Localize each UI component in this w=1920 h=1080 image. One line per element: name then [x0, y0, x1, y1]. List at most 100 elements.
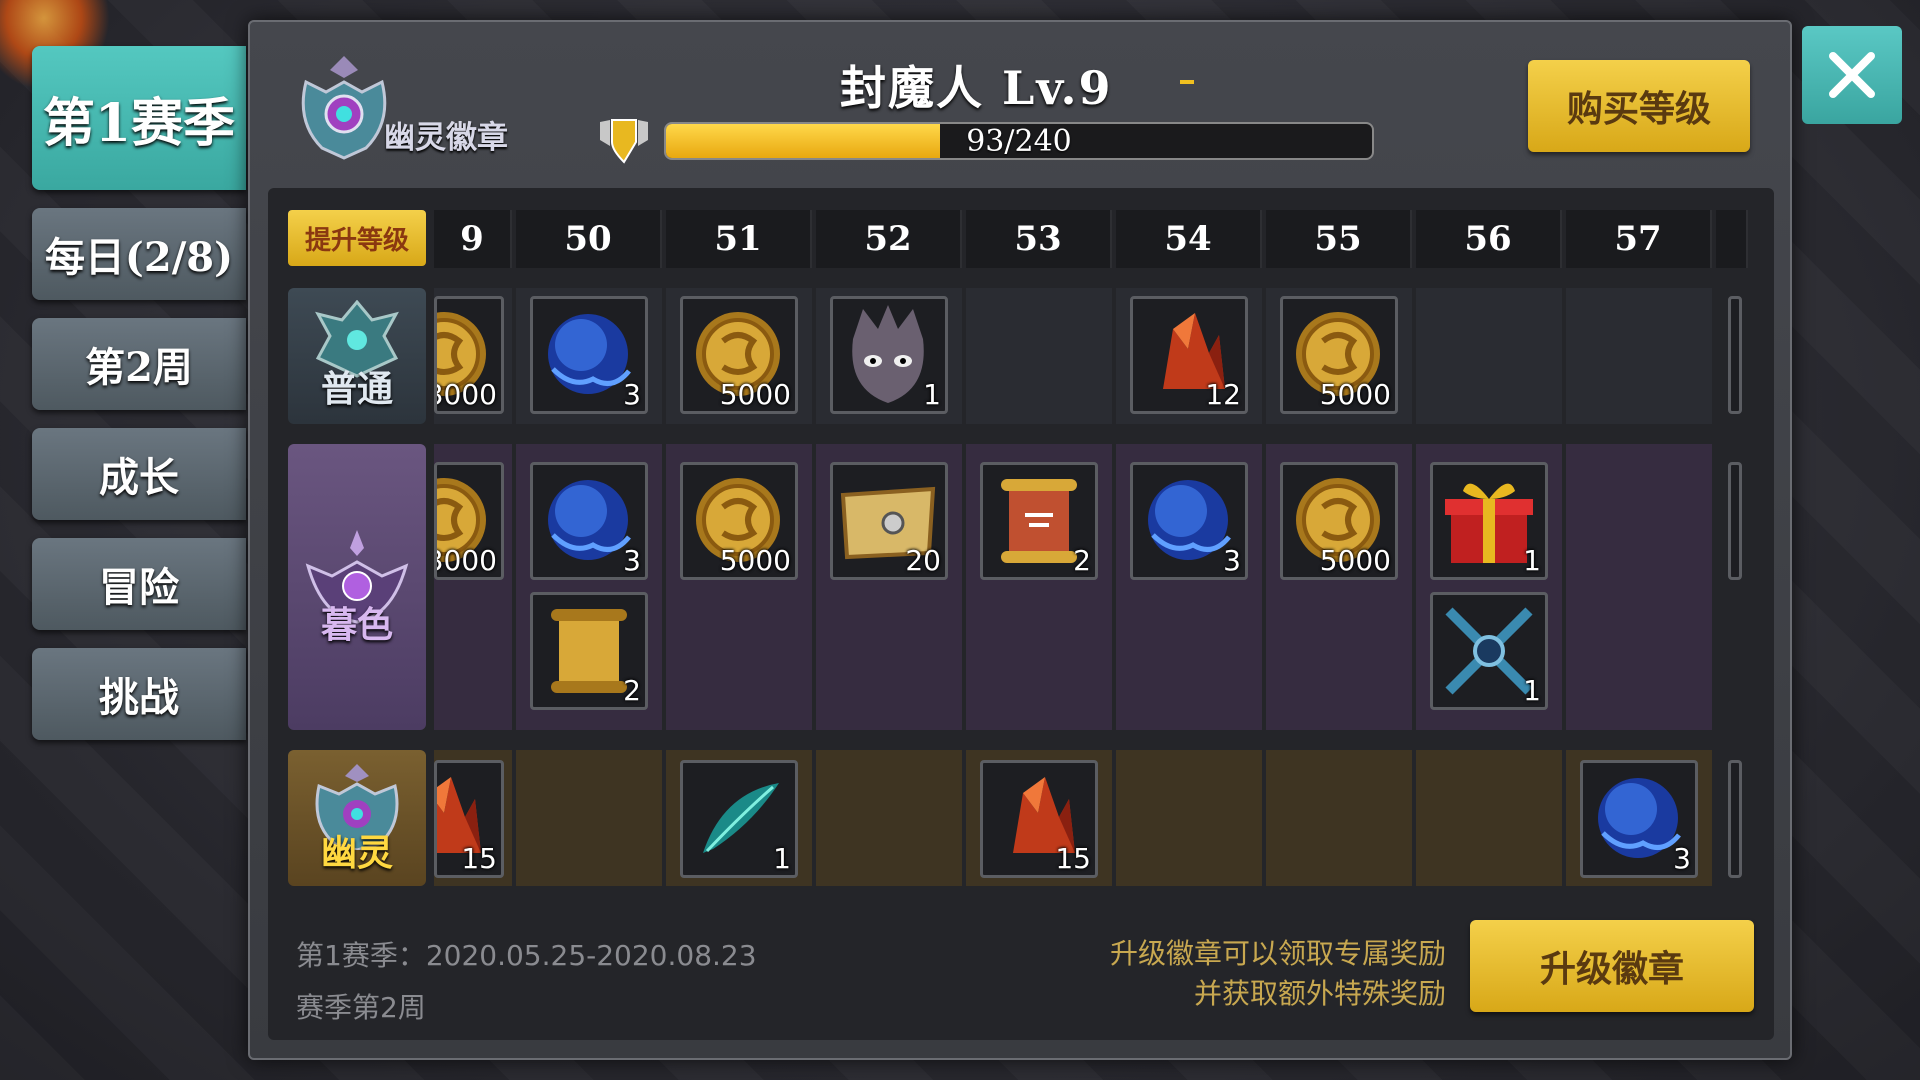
- reward-item[interactable]: 5000: [680, 296, 798, 414]
- tier-ghost: 幽灵: [288, 750, 426, 886]
- sidebar-item-week[interactable]: 第2周: [32, 318, 246, 410]
- reward-slot-bg: [516, 750, 662, 886]
- reward-item[interactable]: 1: [830, 296, 948, 414]
- close-icon: [1829, 52, 1875, 98]
- reward-item[interactable]: 2: [530, 592, 648, 710]
- reward-count: 2: [623, 674, 641, 707]
- reward-item-partial: [1728, 760, 1742, 878]
- xp-text: 93/240: [966, 123, 1072, 159]
- season-week: 赛季第2周: [296, 991, 426, 1024]
- tier-ghost-label: 幽灵: [320, 832, 393, 874]
- reward-count: 3000: [437, 378, 497, 411]
- sidebar-item-challenge[interactable]: 挑战: [32, 648, 246, 740]
- reward-item[interactable]: 3000: [434, 462, 504, 580]
- reward-slot-bg: [1416, 750, 1562, 886]
- reward-count: 1: [1523, 544, 1541, 577]
- buy-level-label: 购买等级: [1566, 88, 1711, 130]
- reward-item[interactable]: 12: [1130, 296, 1248, 414]
- reward-count: 3000: [437, 544, 497, 577]
- reward-item[interactable]: 3: [530, 296, 648, 414]
- season-dates: 第1赛季：2020.05.25-2020.08.23: [296, 939, 757, 972]
- reward-count: 15: [461, 842, 497, 875]
- reward-count: 1: [923, 378, 941, 411]
- reward-item[interactable]: 3: [1130, 462, 1248, 580]
- reward-item[interactable]: 3: [1580, 760, 1698, 878]
- buy-level-button[interactable]: 购买等级: [1528, 60, 1750, 152]
- level-header: 57: [1566, 210, 1712, 268]
- reward-count: 20: [905, 544, 941, 577]
- level-header: 52: [816, 210, 962, 268]
- sidebar-item-daily[interactable]: 每日(2/8): [32, 208, 246, 300]
- reward-item[interactable]: 15: [980, 760, 1098, 878]
- reward-count: 1: [773, 842, 791, 875]
- reward-item[interactable]: 5000: [1280, 296, 1398, 414]
- xp-progress-bar: 93/240: [664, 122, 1374, 160]
- level-header-partial: [1716, 210, 1748, 268]
- tier-normal-label: 普通: [320, 368, 393, 410]
- sidebar-item-label: 第1赛季: [42, 92, 236, 154]
- pass-title: 封魔人 Lv.9: [840, 61, 1113, 115]
- reward-item[interactable]: 1: [1430, 462, 1548, 580]
- ghost-badge-emblem-icon: [301, 56, 387, 160]
- reward-item[interactable]: 5000: [680, 462, 798, 580]
- sidebar-item-label: 挑战: [99, 674, 179, 721]
- reward-count: 3: [1673, 842, 1691, 875]
- reward-count: 5000: [1319, 378, 1391, 411]
- level-header: 55: [1266, 210, 1412, 268]
- reward-slot-bg: [1416, 288, 1562, 424]
- level-header: 53: [966, 210, 1112, 268]
- promote-level-button[interactable]: 提升等级: [288, 210, 426, 266]
- reward-item-partial: [1728, 462, 1742, 580]
- sidebar: 第1赛季 每日(2/8) 第2周 成长 冒险 挑战: [32, 46, 246, 758]
- tier-twilight: 暮色: [288, 444, 426, 730]
- level-header: 56: [1416, 210, 1562, 268]
- reward-item-partial: [1728, 296, 1742, 414]
- reward-slot-bg: [1566, 288, 1712, 424]
- upgrade-tip-line2: 并获取额外特殊奖励: [1193, 977, 1446, 1010]
- reward-item[interactable]: 3000: [434, 296, 504, 414]
- reward-count: 5000: [719, 544, 791, 577]
- reward-item[interactable]: 1: [680, 760, 798, 878]
- reward-slot-bg: [966, 288, 1112, 424]
- level-header: 51: [666, 210, 812, 268]
- reward-item[interactable]: 5000: [1280, 462, 1398, 580]
- reward-count: 3: [623, 378, 641, 411]
- tier-twilight-label: 暮色: [320, 604, 393, 646]
- badge-name: 幽灵徽章: [384, 120, 508, 156]
- reward-slot-bg: [1266, 750, 1412, 886]
- level-header: 50: [516, 210, 662, 268]
- reward-count: 2: [1073, 544, 1091, 577]
- reward-slot-bg: [816, 750, 962, 886]
- sidebar-item-growth[interactable]: 成长: [32, 428, 246, 520]
- upgrade-badge-label: 升级徽章: [1539, 948, 1684, 990]
- sidebar-item-label: 第2周: [85, 344, 193, 391]
- reward-count: 1: [1523, 674, 1541, 707]
- reward-slot-bg: [1116, 750, 1262, 886]
- reward-item[interactable]: 20: [830, 462, 948, 580]
- sidebar-item-label: 每日(2/8): [44, 234, 234, 281]
- upgrade-tip-line1: 升级徽章可以领取专属奖励: [1109, 937, 1446, 970]
- close-button[interactable]: [1802, 26, 1902, 124]
- reward-count: 15: [1055, 842, 1091, 875]
- sidebar-item-season[interactable]: 第1赛季: [32, 46, 246, 190]
- reward-count: 5000: [1319, 544, 1391, 577]
- reward-slot-bg: [1566, 444, 1712, 730]
- level-header: 54: [1116, 210, 1262, 268]
- reward-item[interactable]: 1: [1430, 592, 1548, 710]
- reward-count: 12: [1205, 378, 1241, 411]
- sidebar-item-adventure[interactable]: 冒险: [32, 538, 246, 630]
- sidebar-item-label: 冒险: [99, 564, 179, 611]
- upgrade-badge-button[interactable]: 升级徽章: [1470, 920, 1754, 1012]
- reward-item[interactable]: 15: [434, 760, 504, 878]
- reward-count: 3: [1223, 544, 1241, 577]
- tier-normal: 普通: [288, 288, 426, 424]
- promote-level-label: 提升等级: [304, 225, 409, 256]
- title-decoration-right: [1180, 80, 1194, 84]
- xp-shield-icon: [600, 119, 648, 164]
- reward-item[interactable]: 2: [980, 462, 1098, 580]
- level-header: 9: [434, 210, 512, 268]
- reward-count: 5000: [719, 378, 791, 411]
- reward-item[interactable]: 3: [530, 462, 648, 580]
- sidebar-item-label: 成长: [99, 454, 179, 501]
- reward-count: 3: [623, 544, 641, 577]
